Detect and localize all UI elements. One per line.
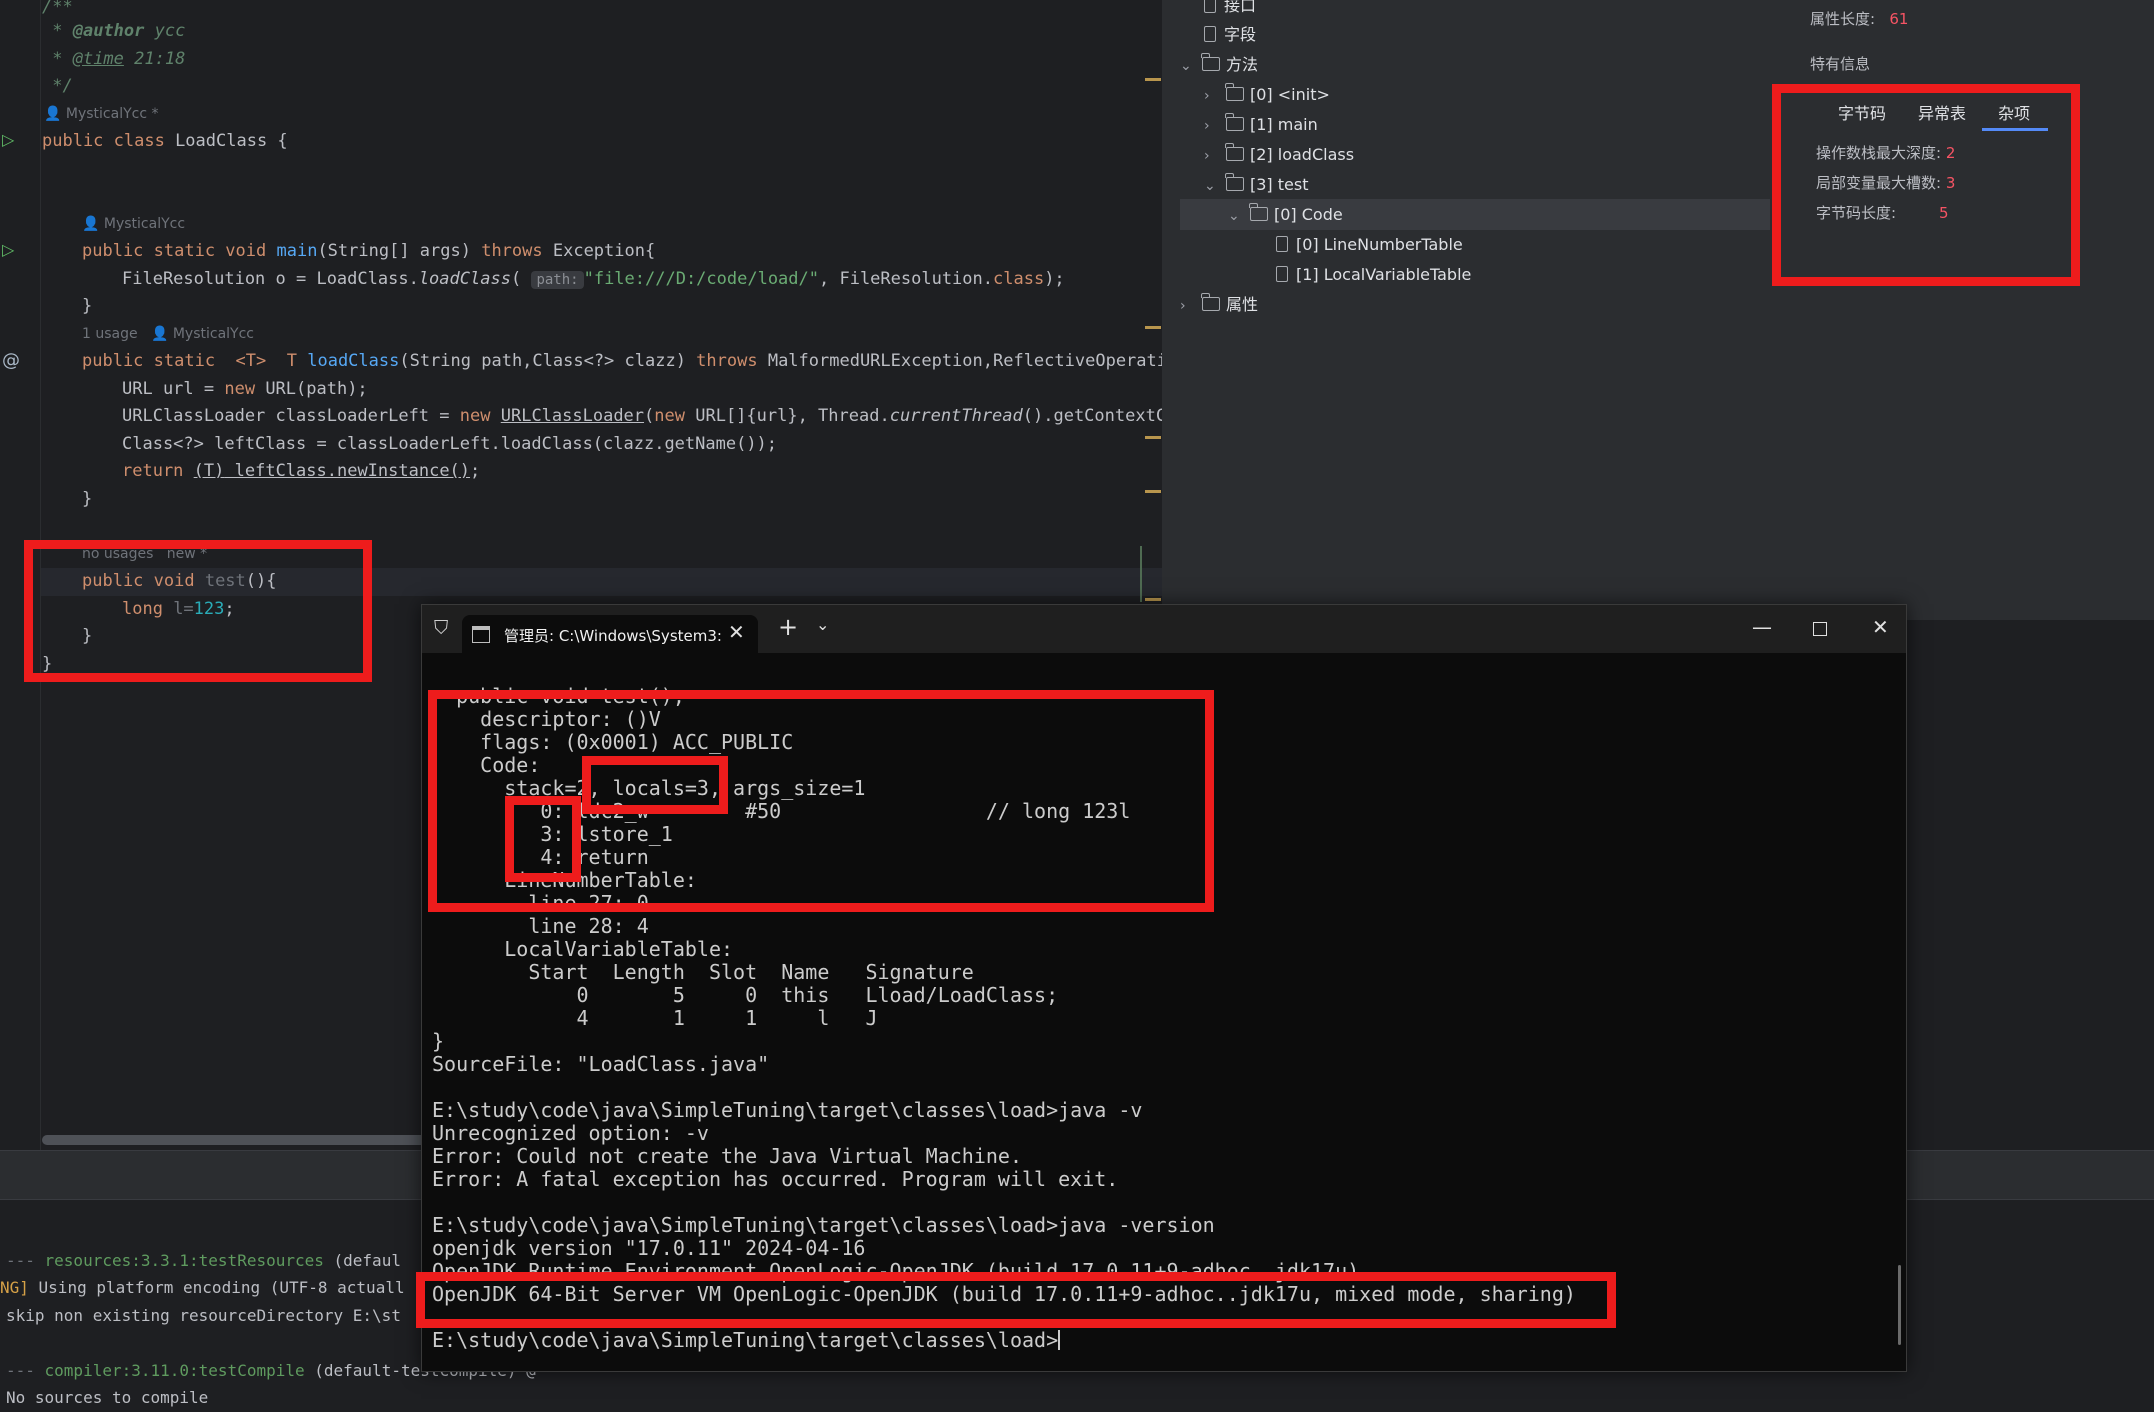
horizontal-scrollbar[interactable] — [42, 1135, 462, 1145]
folder-icon — [1249, 203, 1268, 221]
folder-icon — [1225, 173, 1244, 191]
file-icon — [1276, 266, 1288, 282]
red-highlight-box — [505, 796, 581, 882]
tree-node-methods[interactable]: ⌄ 方法 — [1180, 50, 1258, 80]
terminal-titlebar: ⛉ 管理员: C:\Windows\System3: ✕ + ⌄ — ✕ — [422, 605, 1906, 653]
terminal-line: LocalVariableTable: — [432, 937, 734, 961]
terminal-line: Error: Could not create the Java Virtual… — [432, 1144, 1023, 1168]
chevron-down-icon[interactable]: ⌄ — [1204, 171, 1226, 201]
code-line: public class LoadClass { — [42, 131, 288, 151]
folder-icon — [1201, 293, 1220, 311]
error-stripe-mark[interactable] — [1145, 490, 1161, 493]
close-window-icon[interactable]: ✕ — [1872, 615, 1889, 639]
terminal-tab[interactable]: 管理员: C:\Windows\System3: ✕ — [462, 615, 758, 653]
red-highlight-box — [416, 1272, 1616, 1328]
terminal-line: line 28: 4 — [432, 914, 649, 938]
code-line: */ — [42, 76, 73, 96]
error-stripe-mark[interactable] — [1145, 78, 1161, 81]
run-class-icon[interactable]: ▷ — [2, 130, 14, 149]
terminal-line: E:\study\code\java\SimpleTuning\target\c… — [432, 1328, 1061, 1352]
code-line: * @time 21:18 — [42, 49, 186, 69]
tree-node-attributes[interactable]: › 属性 — [1180, 290, 1258, 320]
chevron-down-icon[interactable]: ⌄ — [1228, 201, 1250, 231]
tree-node-method[interactable]: ⌄ [3] test — [1204, 170, 1308, 200]
code-line: Class<?> leftClass = classLoaderLeft.loa… — [122, 434, 778, 454]
tree-node-method[interactable]: › [2] loadClass — [1204, 140, 1354, 170]
terminal-line: Unrecognized option: -v — [432, 1121, 709, 1145]
file-icon — [1204, 0, 1216, 13]
folder-icon — [1225, 83, 1244, 101]
code-line: URLClassLoader classLoaderLeft = new URL… — [122, 406, 1162, 426]
file-icon — [1276, 236, 1288, 252]
code-line: FileResolution o = LoadClass.loadClass( … — [122, 269, 1065, 289]
folder-icon — [1225, 143, 1244, 161]
specific-info-heading: 特有信息 — [1810, 55, 1871, 73]
terminal-scrollbar[interactable] — [1898, 1265, 1901, 1345]
console-icon — [472, 626, 490, 643]
chevron-right-icon[interactable]: › — [1180, 291, 1202, 321]
attr-length-label: 属性长度: 61 — [1810, 10, 1909, 28]
code-line: URL url = new URL(path); — [122, 379, 368, 399]
red-highlight-box — [1772, 84, 2080, 286]
close-tab-icon[interactable]: ✕ — [728, 620, 745, 644]
chevron-right-icon[interactable]: › — [1204, 111, 1226, 141]
run-main-icon[interactable]: ▷ — [2, 240, 14, 259]
author-hint[interactable]: 👤 MysticalYcc — [82, 216, 185, 232]
tree-node-method[interactable]: › [1] main — [1204, 110, 1318, 140]
code-line: public static <T> T loadClass(String pat… — [82, 351, 1162, 371]
tree-node-method[interactable]: › [0] <init> — [1204, 80, 1330, 110]
code-line: public static void main(String[] args) t… — [82, 241, 656, 261]
terminal-line: openjdk version "17.0.11" 2024-04-16 — [432, 1236, 866, 1260]
usage-hint[interactable]: 1 usage 👤 MysticalYcc — [82, 326, 254, 342]
minimize-icon[interactable]: — — [1752, 615, 1772, 639]
terminal-line: SourceFile: "LoadClass.java" — [432, 1052, 770, 1076]
tree-node-line-number-table[interactable]: [0] LineNumberTable — [1276, 230, 1463, 260]
chevron-right-icon[interactable]: › — [1204, 81, 1226, 111]
text-cursor — [1058, 1330, 1061, 1350]
chevron-down-icon[interactable]: ⌄ — [1180, 51, 1202, 81]
terminal-line: Start Length Slot Name Signature — [432, 960, 974, 984]
red-highlight-box — [582, 756, 728, 814]
red-highlight-box — [24, 540, 372, 682]
chevron-right-icon[interactable]: › — [1204, 141, 1226, 171]
tree-node-fields[interactable]: 字段 — [1204, 20, 1256, 50]
annotation-at-icon: @ — [2, 350, 20, 371]
tree-node-code[interactable]: ⌄ [0] Code — [1228, 200, 1343, 230]
file-icon — [1204, 26, 1216, 42]
terminal-tab-title: 管理员: C:\Windows\System3: — [504, 627, 722, 645]
build-log-line: --- resources:3.3.1:testResources (defau… — [6, 1251, 401, 1270]
terminal-line: } — [432, 1029, 445, 1053]
chevron-down-icon[interactable]: ⌄ — [816, 615, 829, 634]
terminal-line: E:\study\code\java\SimpleTuning\target\c… — [432, 1098, 1143, 1122]
code-line: } — [82, 296, 93, 316]
build-log-line: No sources to compile — [6, 1388, 209, 1407]
terminal-line: E:\study\code\java\SimpleTuning\target\c… — [432, 1213, 1215, 1237]
error-stripe-mark[interactable] — [1145, 598, 1161, 601]
build-log-line: NG] Using platform encoding (UTF-8 actua… — [0, 1278, 405, 1297]
error-stripe-mark[interactable] — [1145, 436, 1161, 439]
build-log-line: skip non existing resourceDirectory E:\s… — [6, 1306, 401, 1325]
tree-node-interfaces[interactable]: 接口 — [1204, 0, 1256, 21]
folder-icon — [1225, 113, 1244, 131]
terminal-line: 4 1 1 l J — [432, 1006, 878, 1030]
code-line: return (T) leftClass.newInstance(); — [122, 461, 481, 481]
tree-node-local-variable-table[interactable]: [1] LocalVariableTable — [1276, 260, 1471, 290]
terminal-line: 0 5 0 this Lload/LoadClass; — [432, 983, 1059, 1007]
maximize-icon[interactable] — [1813, 622, 1827, 636]
code-line: * @author ycc — [42, 21, 186, 41]
author-hint[interactable]: 👤 MysticalYcc * — [44, 106, 159, 122]
folder-icon — [1201, 53, 1220, 71]
code-line: } — [82, 489, 93, 509]
new-tab-icon[interactable]: + — [778, 613, 798, 641]
shield-icon: ⛉ — [434, 617, 449, 639]
error-stripe-mark[interactable] — [1145, 326, 1161, 329]
terminal-line: Error: A fatal exception has occurred. P… — [432, 1167, 1119, 1191]
change-marker — [1140, 546, 1142, 602]
